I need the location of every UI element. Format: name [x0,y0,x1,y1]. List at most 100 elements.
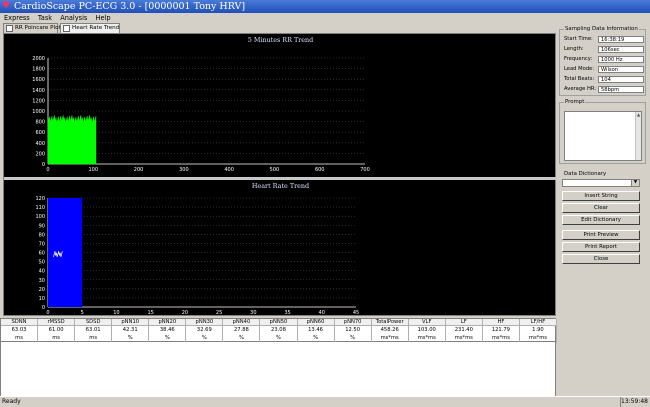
close-button[interactable]: Close [562,254,640,264]
print-preview-button[interactable]: Print Preview [562,230,640,240]
x-tick-label: 15 [147,310,153,316]
cell-value: 458.26 [380,327,399,333]
y-tick-label: 90 [39,223,45,229]
cell-value: 23.08 [271,327,286,333]
prompt-scrollbar[interactable]: ▲ [635,112,641,160]
x-tick-label: 300 [179,167,189,173]
column-header: TotalPower [371,319,408,326]
x-tick-label: 5 [81,310,84,316]
y-tick-label: 1600 [32,77,45,83]
y-tick-label: 200 [35,151,45,157]
table-column: pNN40 27.88% [223,319,261,343]
plot-panel: 5 Minutes RR Trend 0 200 400 600 800 1000 1200… [3,33,557,316]
sampling-key: Average HR: [564,86,597,92]
insert-string-button[interactable]: Insert String [562,191,640,201]
menu-express[interactable]: Express [4,13,30,23]
menu-bar: Express Task Analysis Help [0,13,650,23]
table-column: LF/HF 1.90 ms*ms [519,319,557,343]
prompt-label: Prompt [564,99,586,106]
prompt-textarea[interactable]: ▲ [564,111,642,161]
cell-unit: ms*ms [528,335,547,341]
sampling-key: Length: [564,46,584,52]
y-tick-label: 60 [39,251,45,257]
status-bar: Ready 13:59:48 [0,396,650,407]
edit-dictionary-button[interactable]: Edit Dictionary [562,215,640,225]
cell-unit: ms [52,335,60,341]
x-tick-label: 0 [46,167,49,173]
table-column: pNN60 13.46% [297,319,335,343]
tab-label: Heart Rate Trend [72,25,120,31]
menu-help[interactable]: Help [95,13,110,23]
cell-unit: ms*ms [491,335,510,341]
menu-analysis[interactable]: Analysis [60,13,87,23]
menu-task[interactable]: Task [38,13,52,23]
cell-value: 38.46 [159,327,175,333]
rr-trend-chart: 0 200 400 600 800 1000 1200 1400 1600 1800 2000 0 10… [32,56,370,173]
title-bar: ♥ CardioScape PC-ECG 3.0 - [0000001 Tony… [0,0,650,13]
cell-unit: % [276,335,281,341]
sampling-value: 58bpm [598,86,644,93]
print-report-button[interactable]: Print Report [562,242,640,252]
column-header: VLF [408,319,445,326]
x-tick-label: 10 [113,310,119,316]
dictionary-label: Data Dictionary [564,171,607,177]
x-tick-label: 100 [89,167,99,173]
rr-series-area [47,115,97,165]
column-header: pNN10 [112,319,149,326]
cell-unit: % [350,335,356,341]
cell-unit: % [127,335,133,341]
cell-unit: ms*ms [454,335,473,341]
chevron-down-icon[interactable]: ▼ [631,180,639,186]
hr-trend-chart: 0 10 20 30 40 50 60 70 80 90 100 110 120 0 5 10 15 20 25 30… [35,196,359,316]
column-header: rMSSD [38,319,75,326]
sampling-value: 1000 Hz [598,56,644,63]
table-column: pNN50 23.08% [260,319,298,343]
x-tick-label: 200 [134,167,144,173]
cell-value: 231.40 [454,327,473,333]
y-tick-label: 40 [39,269,45,275]
y-tick-label: 800 [35,120,45,126]
x-tick-label: 45 [353,310,359,316]
cell-unit: ms [15,335,23,341]
x-tick-label: 30 [250,310,256,316]
y-tick-label: 80 [39,232,45,238]
cell-unit: ms [89,335,98,341]
cell-value: 121.79 [491,327,510,333]
table-column: pNN30 32.69% [186,319,224,343]
sampling-value: Wilson [598,66,644,73]
y-tick-label: 50 [39,260,45,266]
column-header: pNN40 [223,319,260,326]
y-tick-label: 400 [35,141,45,147]
y-tick-label: 70 [39,241,45,247]
cell-unit: ms*ms [380,335,399,341]
table-column: SDSD 63.01 ms [75,319,113,343]
sampling-value: 104 [598,76,644,83]
chart-icon [63,25,70,32]
y-tick-label: 1200 [32,98,45,104]
cell-value: 42.31 [122,327,138,333]
y-tick-label: 20 [39,287,45,293]
column-header: SDNN [1,319,38,326]
table-column: rMSSD 61.00 ms [38,319,76,343]
column-header: SDSD [75,319,112,326]
tab-label: RR Poincare Plot [15,25,61,31]
clear-button[interactable]: Clear [562,203,640,213]
x-tick-label: 600 [315,167,325,173]
tab-rr-poincare-plot[interactable]: RR Poincare Plot [3,23,61,33]
dictionary-select[interactable]: ▼ [562,179,640,187]
cell-value: 61.00 [48,327,64,333]
y-tick-label: 110 [35,205,45,211]
sampling-row: Length: 106sec [562,45,645,54]
window-title: CardioScape PC-ECG 3.0 - [0000001 Tony H… [14,1,246,12]
y-tick-label: 1800 [32,67,45,73]
tab-heart-rate-trend[interactable]: Heart Rate Trend [60,23,120,33]
cell-unit: % [164,335,170,341]
table-column: SDNN 63.03 ms [1,319,39,343]
cell-unit: % [238,335,244,341]
cell-unit: % [201,335,207,341]
x-tick-label: 25 [216,310,222,316]
sampling-info-group: Sampling Data Information Start Time: 16:… [559,26,646,96]
cell-value: 32.69 [196,327,212,333]
y-tick-label: 0 [42,162,45,168]
x-tick-label: 0 [46,310,49,316]
